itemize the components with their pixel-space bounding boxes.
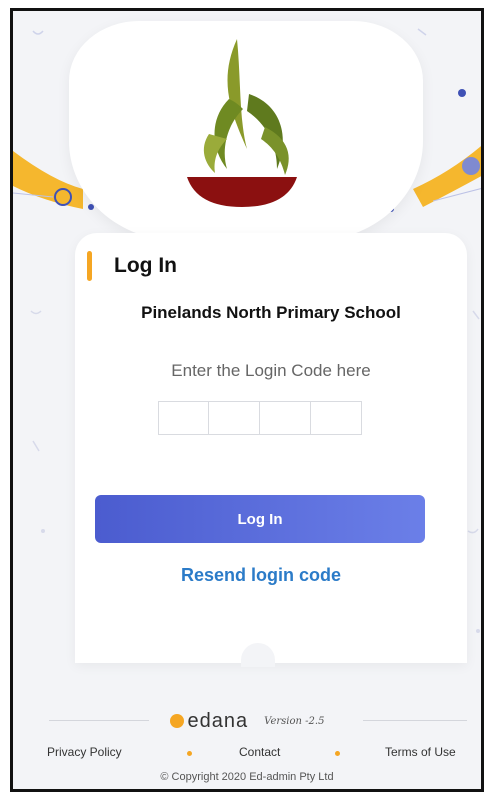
copyright-text: © Copyright 2020 Ed-admin Pty Ltd [160,771,334,783]
login-card: Log In Pinelands North Primary School En… [75,233,467,663]
school-crest-icon [187,39,297,207]
contact-link[interactable]: Contact [239,745,280,759]
login-code-input [158,401,362,435]
app-frame: Log In Pinelands North Primary School En… [10,8,484,792]
brand-name: edana [187,709,249,732]
login-title-row: Log In [87,251,177,281]
brand-row: edana Version -2.5 [13,709,481,733]
login-button[interactable]: Log In [95,495,425,543]
brand-divider-right [363,720,467,721]
code-digit-2[interactable] [209,401,260,435]
footer-links: Privacy Policy Contact Terms of Use [13,745,481,763]
terms-of-use-link[interactable]: Terms of Use [385,745,456,759]
title-accent-bar [87,251,92,281]
code-digit-1[interactable] [158,401,209,435]
brand-divider-left [49,720,149,721]
app-version: Version -2.5 [264,715,325,727]
privacy-policy-link[interactable]: Privacy Policy [47,745,122,759]
resend-login-code-link[interactable]: Resend login code [75,565,447,586]
code-digit-3[interactable] [260,401,311,435]
footer-separator-dot [187,751,192,756]
code-digit-4[interactable] [311,401,362,435]
footer-separator-dot [335,751,340,756]
school-name: Pinelands North Primary School [141,303,401,322]
login-title: Log In [114,254,177,277]
login-code-prompt: Enter the Login Code here [171,361,371,380]
edana-logo-icon [169,714,184,728]
